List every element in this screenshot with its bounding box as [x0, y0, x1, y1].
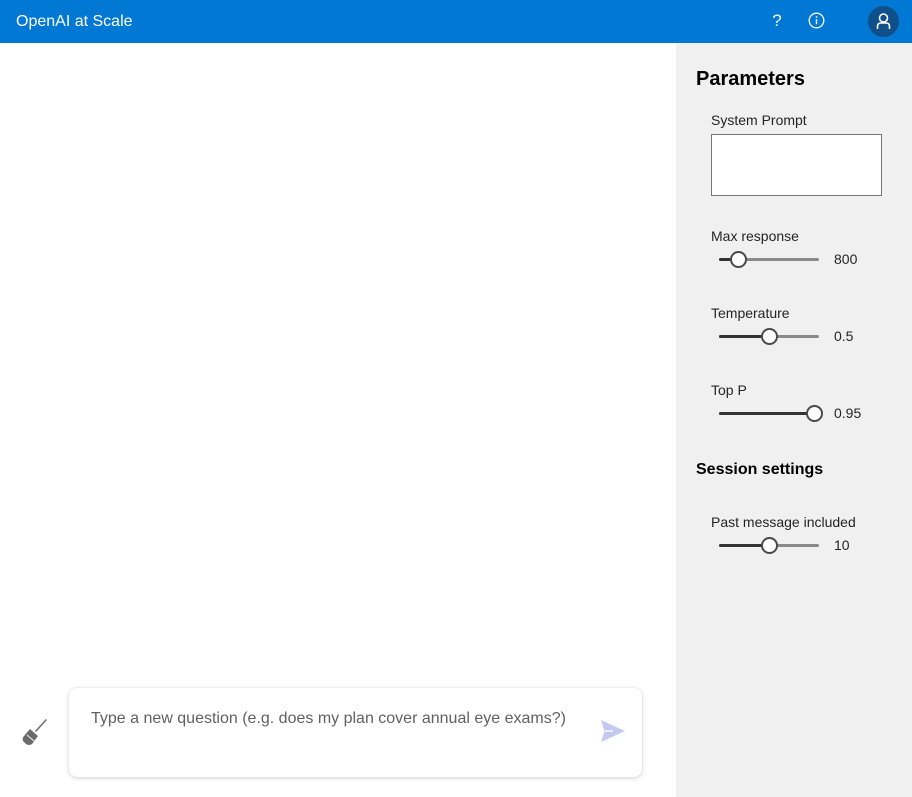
system-prompt-input[interactable]: [711, 134, 882, 196]
top-p-value: 0.95: [834, 405, 862, 421]
top-bar: OpenAI at Scale ?: [0, 0, 912, 43]
info-icon[interactable]: [808, 12, 825, 29]
parameters-panel: Parameters System Prompt Max response 80…: [676, 43, 912, 797]
help-icon[interactable]: ?: [768, 10, 786, 32]
slider-thumb[interactable]: [761, 537, 778, 554]
question-input[interactable]: [91, 708, 591, 730]
temperature-value: 0.5: [834, 328, 854, 344]
max-response-value: 800: [834, 251, 858, 267]
max-response-label: Max response: [711, 228, 799, 244]
slider-thumb[interactable]: [761, 328, 778, 345]
system-prompt-label: System Prompt: [711, 112, 807, 128]
slider-fill: [719, 412, 814, 415]
slider-thumb[interactable]: [806, 405, 823, 422]
temperature-label: Temperature: [711, 305, 790, 321]
parameters-title: Parameters: [696, 68, 805, 90]
temperature-slider[interactable]: [719, 326, 819, 346]
top-p-label: Top P: [711, 382, 747, 398]
max-response-slider[interactable]: [719, 249, 819, 269]
past-messages-value: 10: [834, 537, 850, 553]
slider-thumb[interactable]: [730, 251, 747, 268]
chat-area: [0, 43, 676, 797]
app-title: OpenAI at Scale: [16, 13, 133, 30]
top-p-slider[interactable]: [719, 403, 823, 423]
past-messages-label: Past message included: [711, 514, 856, 530]
past-messages-slider[interactable]: [719, 535, 819, 555]
user-avatar-icon[interactable]: [868, 6, 899, 37]
question-box: [69, 688, 642, 777]
session-settings-title: Session settings: [696, 461, 824, 478]
send-icon[interactable]: [599, 718, 627, 744]
broom-icon[interactable]: [22, 719, 48, 747]
